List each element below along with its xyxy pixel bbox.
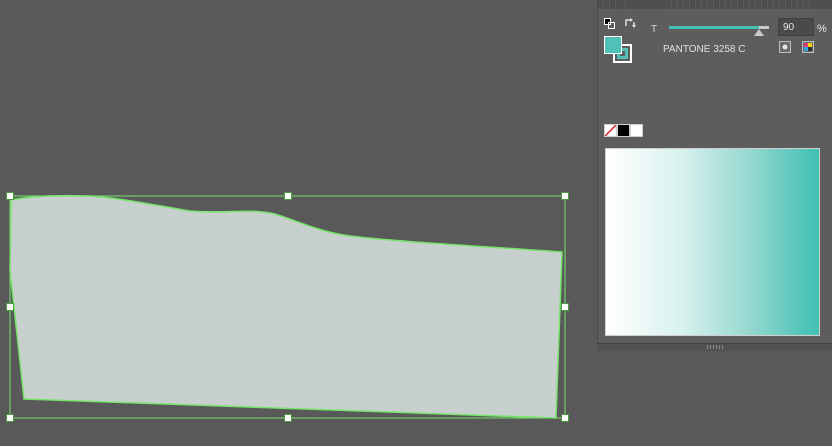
add-swatch-icon[interactable] — [779, 40, 791, 58]
swap-fill-stroke-icon[interactable] — [624, 16, 636, 34]
default-colors-icon[interactable] — [604, 16, 615, 34]
color-ramp[interactable] — [605, 148, 820, 336]
panel-resize-bar[interactable] — [597, 343, 832, 351]
tint-label: T — [651, 24, 658, 35]
handle-top-left — [6, 192, 14, 200]
handle-top-middle — [284, 192, 292, 200]
selected-shape[interactable] — [9, 194, 563, 419]
handle-bottom-right — [561, 414, 569, 422]
fill-swatch[interactable] — [604, 36, 622, 54]
tint-slider-thumb[interactable] — [754, 29, 764, 36]
white-icon[interactable] — [630, 124, 643, 137]
handle-middle-left — [6, 303, 14, 311]
document-canvas[interactable] — [0, 0, 597, 446]
handle-middle-right — [561, 303, 569, 311]
handle-top-right — [561, 192, 569, 200]
black-icon[interactable] — [617, 124, 630, 137]
tint-unit: % — [817, 23, 827, 35]
color-mode-icon[interactable] — [802, 40, 814, 58]
tint-input[interactable] — [778, 18, 814, 36]
handle-bottom-left — [6, 414, 14, 422]
color-panel: T % PANTONE 3258 C — [597, 0, 832, 351]
tint-slider[interactable] — [669, 26, 769, 36]
handle-bottom-middle — [284, 414, 292, 422]
none-icon[interactable] — [604, 124, 617, 137]
tint-slider-fill — [669, 26, 759, 29]
swatch-name: PANTONE 3258 C — [663, 44, 746, 55]
panel-tab-strip — [598, 0, 832, 9]
resize-grip-icon[interactable] — [707, 345, 725, 349]
